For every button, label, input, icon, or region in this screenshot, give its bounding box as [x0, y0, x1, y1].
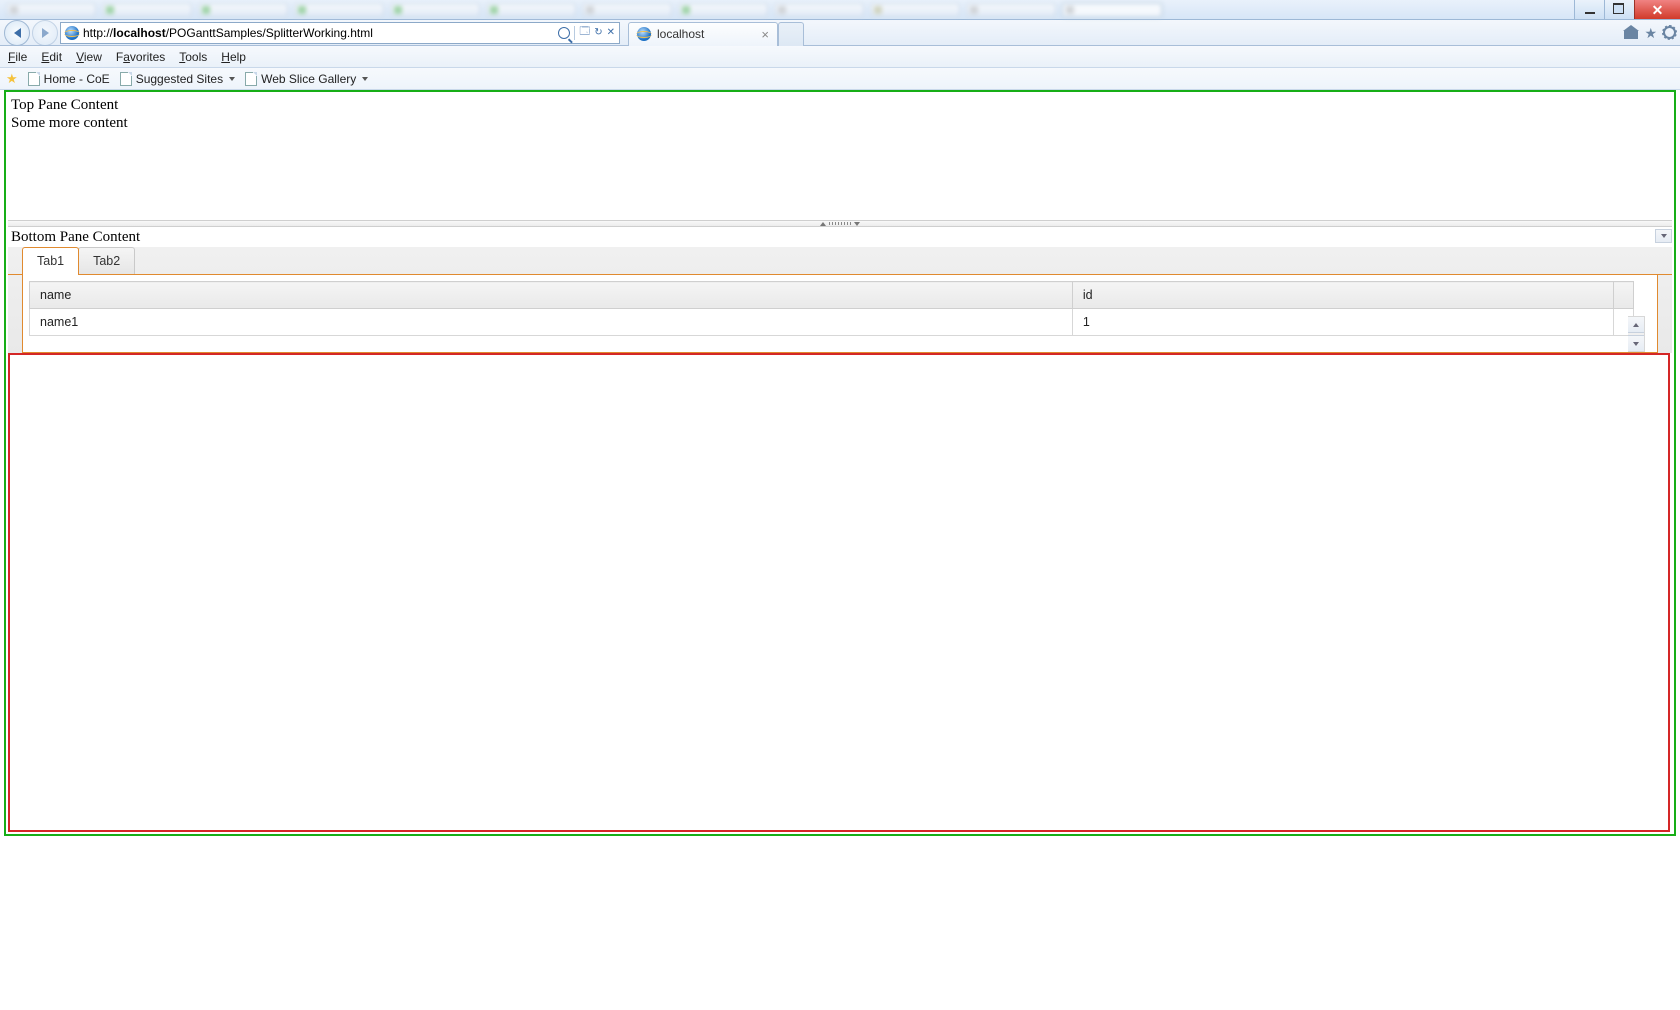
favorite-home-coe[interactable]: Home - CoE [28, 72, 110, 86]
arrow-left-icon [14, 28, 21, 38]
grid-col-name[interactable]: name [30, 282, 1073, 309]
window-titlebar: ✕ [0, 0, 1680, 20]
page-icon [120, 72, 132, 86]
browser-navbar: http://localhost/POGanttSamples/Splitter… [0, 20, 1680, 46]
collapse-up-icon [820, 222, 826, 226]
empty-red-region [8, 353, 1670, 832]
refresh-icon[interactable]: ↻ [594, 27, 602, 38]
menu-tools[interactable]: Tools [179, 50, 207, 64]
menu-edit[interactable]: Edit [41, 50, 62, 64]
new-tab-button[interactable] [778, 22, 804, 46]
chevron-down-icon [1661, 234, 1667, 238]
ie-logo-icon [65, 26, 79, 40]
bottom-pane-title: Bottom Pane Content [8, 229, 1672, 247]
browser-tab-active[interactable]: localhost × [628, 22, 778, 46]
background-browser-tabs [0, 0, 1574, 19]
table-row[interactable]: name1 1 [30, 309, 1634, 336]
scroll-up-button[interactable] [1628, 317, 1644, 333]
menu-favorites[interactable]: Favorites [116, 50, 165, 64]
scroll-down-button[interactable] [1628, 335, 1644, 351]
chevron-down-icon [1633, 342, 1639, 346]
data-grid: name id name1 1 [29, 281, 1651, 352]
tabstrip-tabs: Tab1 Tab2 [8, 247, 1672, 275]
chevron-down-icon [229, 77, 235, 81]
favorite-suggested-sites[interactable]: Suggested Sites [120, 72, 235, 86]
page-viewport: Top Pane Content Some more content Botto… [4, 90, 1676, 1010]
top-pane-line2: Some more content [11, 114, 1669, 132]
back-button[interactable] [4, 20, 30, 46]
add-favorite-icon[interactable]: ★ [6, 71, 18, 87]
tools-gear-icon[interactable] [1663, 26, 1676, 39]
address-bar[interactable]: http://localhost/POGanttSamples/Splitter… [60, 22, 620, 44]
window-close-button[interactable]: ✕ [1634, 0, 1680, 19]
forward-button[interactable] [32, 20, 58, 46]
stop-icon[interactable]: ✕ [607, 27, 615, 38]
ie-logo-icon [637, 27, 651, 41]
window-minimize-button[interactable] [1574, 0, 1604, 19]
tabstrip-body: name id name1 1 [22, 275, 1658, 353]
tab-tab2[interactable]: Tab2 [78, 247, 135, 274]
grid-header-row: name id [30, 282, 1634, 309]
url-text: http://localhost/POGanttSamples/Splitter… [83, 26, 373, 40]
menubar: File Edit View Favorites Tools Help [0, 46, 1680, 68]
grid-col-id[interactable]: id [1072, 282, 1613, 309]
chevron-down-icon [362, 77, 368, 81]
favorite-web-slice-gallery[interactable]: Web Slice Gallery [245, 72, 368, 86]
close-tab-icon[interactable]: × [761, 28, 769, 41]
horizontal-splitter[interactable] [8, 220, 1672, 227]
scroll-down-button[interactable] [1655, 229, 1672, 243]
collapse-down-icon [854, 222, 860, 226]
outer-container: Top Pane Content Some more content Botto… [4, 90, 1676, 836]
window-restore-button[interactable] [1604, 0, 1634, 19]
page-icon [28, 72, 40, 86]
splitter-grip-icon [829, 222, 851, 225]
cell-id: 1 [1072, 309, 1613, 336]
grid-scrollbar[interactable] [1628, 316, 1645, 352]
top-pane: Top Pane Content Some more content [8, 94, 1672, 218]
menu-view[interactable]: View [76, 50, 102, 64]
arrow-right-icon [42, 28, 49, 38]
address-bar-actions: 🗔 ↻ ✕ [558, 24, 615, 41]
tab-tab1[interactable]: Tab1 [22, 247, 79, 274]
cell-name: name1 [30, 309, 1073, 336]
page-icon [245, 72, 257, 86]
home-icon[interactable] [1624, 27, 1638, 39]
tabstrip: Tab1 Tab2 name id [8, 247, 1672, 353]
chevron-up-icon [1633, 323, 1639, 327]
favorites-bar: ★ Home - CoE Suggested Sites Web Slice G… [0, 68, 1680, 90]
top-pane-line1: Top Pane Content [11, 96, 1669, 114]
menu-file[interactable]: File [8, 50, 27, 64]
compat-view-icon[interactable]: 🗔 [579, 24, 590, 41]
menu-help[interactable]: Help [221, 50, 246, 64]
browser-tab-title: localhost [657, 27, 704, 41]
grid-col-spacer [1614, 282, 1634, 309]
favorites-icon[interactable]: ★ [1644, 26, 1657, 40]
search-icon[interactable] [558, 27, 570, 39]
